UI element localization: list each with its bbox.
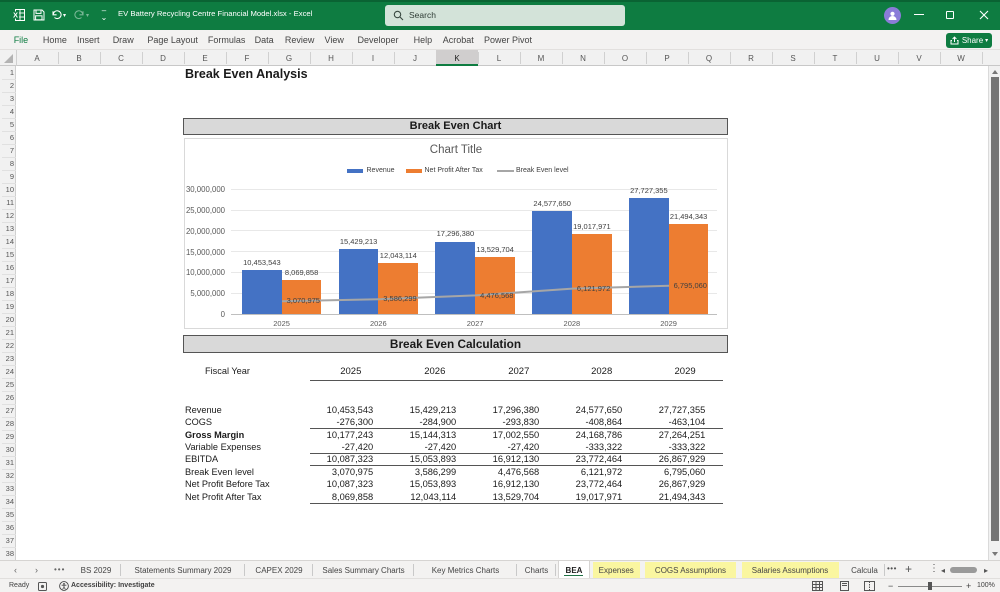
svg-text:X: X — [13, 11, 18, 20]
